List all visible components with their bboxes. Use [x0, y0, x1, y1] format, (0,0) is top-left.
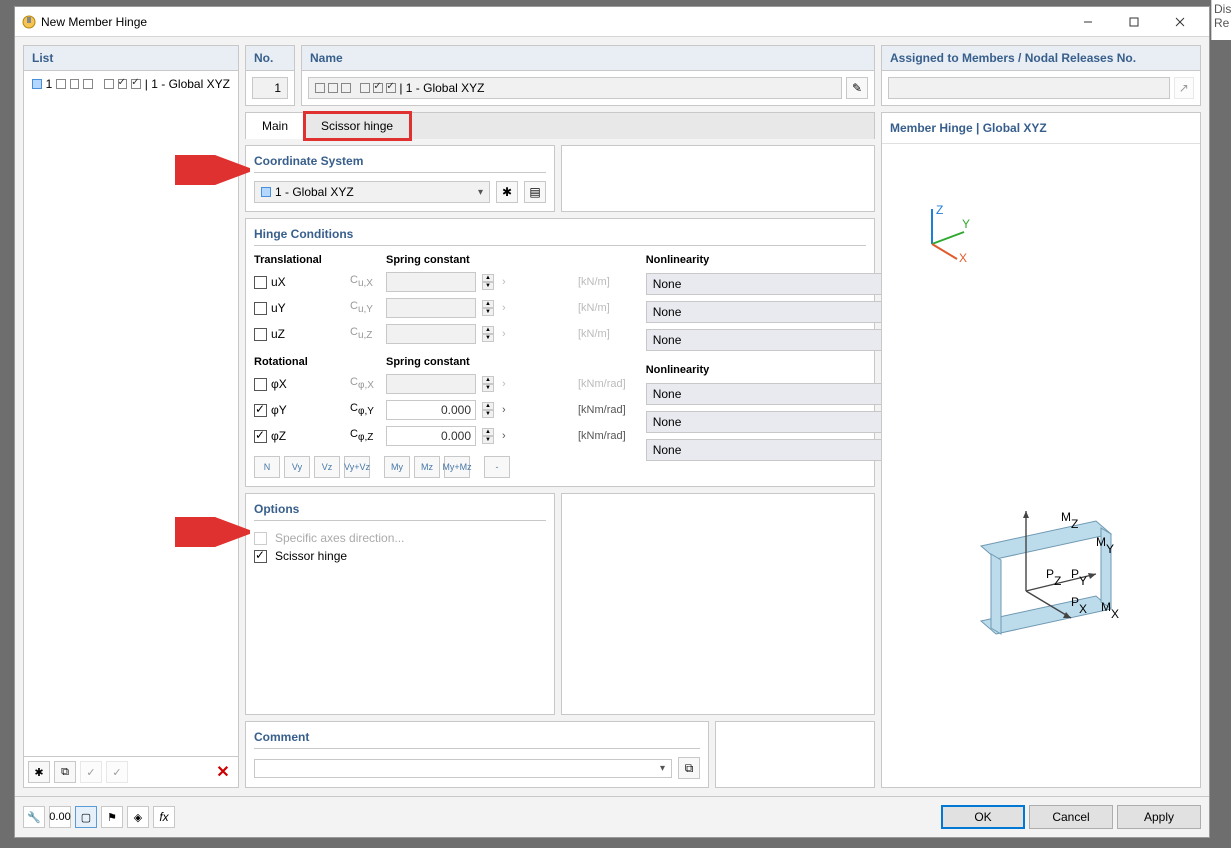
no-input[interactable] — [252, 77, 288, 99]
uy-value — [386, 298, 476, 318]
preset-my[interactable]: My — [384, 456, 410, 478]
cb-icon — [118, 79, 128, 89]
cb-icon — [131, 79, 141, 89]
tab-main[interactable]: Main — [246, 113, 305, 139]
preview-title: Member Hinge | Global XYZ — [882, 113, 1200, 144]
uz-row[interactable]: uZ — [254, 327, 344, 341]
list-panel: List 1 | 1 - Global XYZ ✱ ⧉ ✓ ✓ ✕ — [23, 45, 239, 788]
preview-canvas[interactable]: Z Y X — [882, 144, 1200, 787]
comment-side-panel — [715, 721, 875, 788]
tab-scissor-hinge[interactable]: Scissor hinge — [305, 113, 410, 139]
comment-title: Comment — [254, 730, 700, 749]
coord-title: Coordinate System — [254, 154, 546, 173]
phiz-value[interactable] — [386, 426, 476, 446]
footer-tool-4[interactable]: ⚑ — [101, 806, 123, 828]
list-item-color — [32, 79, 42, 89]
svg-text:PZ: PZ — [1046, 567, 1061, 588]
dialog-window: New Member Hinge List 1 | 1 - Global XYZ… — [14, 6, 1210, 838]
phiz-row[interactable]: φZ — [254, 429, 344, 443]
phix-value — [386, 374, 476, 394]
list-header: List — [24, 46, 238, 71]
app-icon — [21, 14, 37, 30]
assigned-input[interactable] — [888, 77, 1170, 99]
no-header: No. — [246, 46, 294, 71]
coord-side-panel — [561, 145, 875, 212]
footer-tool-1[interactable]: 🔧 — [23, 806, 45, 828]
uz-value — [386, 324, 476, 344]
preset-vz[interactable]: Vz — [314, 456, 340, 478]
window-title: New Member Hinge — [37, 15, 1065, 29]
ux-row[interactable]: uX — [254, 275, 344, 289]
main-area: No. Name | 1 - Global XYZ ✎ — [245, 45, 1201, 788]
close-button[interactable] — [1157, 7, 1203, 37]
comment-panel: Comment ▾ ⧉ — [245, 721, 709, 788]
preset-n[interactable]: N — [254, 456, 280, 478]
ux-spin: ▲▼ — [482, 274, 494, 290]
pick-members-button[interactable]: ↗ — [1174, 77, 1194, 99]
ok-button[interactable]: OK — [941, 805, 1025, 829]
apply-button[interactable]: Apply — [1117, 805, 1201, 829]
options-title: Options — [254, 502, 546, 521]
list-item-1[interactable]: 1 | 1 - Global XYZ — [30, 75, 232, 93]
cancel-button[interactable]: Cancel — [1029, 805, 1113, 829]
phiy-value[interactable] — [386, 400, 476, 420]
hinge-title: Hinge Conditions — [254, 227, 866, 246]
list-item-suffix: | 1 - Global XYZ — [145, 77, 230, 91]
comment-lib-button[interactable]: ⧉ — [678, 757, 700, 779]
edit-name-button[interactable]: ✎ — [846, 77, 868, 99]
svg-text:PY: PY — [1071, 567, 1087, 588]
axes-icon: Z Y X — [912, 204, 972, 264]
background-app-panel: DisRe — [1211, 0, 1231, 40]
minimize-button[interactable] — [1065, 7, 1111, 37]
preview-panel: Member Hinge | Global XYZ Z Y X — [881, 112, 1201, 788]
preset-vy[interactable]: Vy — [284, 456, 310, 478]
titlebar: New Member Hinge — [15, 7, 1209, 37]
preset-clear[interactable]: - — [484, 456, 510, 478]
phiz-spin[interactable]: ▲▼ — [482, 428, 494, 444]
svg-text:Z: Z — [936, 204, 943, 217]
phiy-spin[interactable]: ▲▼ — [482, 402, 494, 418]
cb-icon — [70, 79, 80, 89]
toolbar-btn-4[interactable]: ✓ — [106, 761, 128, 783]
footer-tool-3[interactable]: ▢ — [75, 806, 97, 828]
uy-row[interactable]: uY — [254, 301, 344, 315]
ux-value — [386, 272, 476, 292]
svg-text:X: X — [959, 251, 967, 264]
phix-row[interactable]: φX — [254, 377, 344, 391]
coord-select[interactable]: 1 - Global XYZ ▾ — [254, 181, 490, 203]
preset-vyvz[interactable]: Vy+Vz — [344, 456, 370, 478]
options-side-panel — [561, 493, 875, 715]
svg-text:Y: Y — [962, 217, 970, 231]
hinge-panel: Hinge Conditions Translational Spring co… — [245, 218, 875, 487]
name-header: Name — [302, 46, 874, 71]
comment-input[interactable]: ▾ — [254, 759, 672, 778]
options-panel: Options Specific axes direction... Sciss… — [245, 493, 555, 715]
delete-item-button[interactable]: ✕ — [212, 761, 234, 783]
assigned-header: Assigned to Members / Nodal Releases No. — [882, 46, 1200, 71]
coord-lib-button[interactable]: ▤ — [524, 181, 546, 203]
preset-mz[interactable]: Mz — [414, 456, 440, 478]
coord-new-button[interactable]: ✱ — [496, 181, 518, 203]
member-hinge-diagram: MZ MY PZ PY PX MX — [956, 486, 1126, 666]
cb-icon — [56, 79, 66, 89]
cb-icon — [83, 79, 93, 89]
footer-tool-6[interactable]: fx — [153, 806, 175, 828]
copy-item-button[interactable]: ⧉ — [54, 761, 76, 783]
phiy-row[interactable]: φY — [254, 403, 344, 417]
maximize-button[interactable] — [1111, 7, 1157, 37]
footer-tool-5[interactable]: ◈ — [127, 806, 149, 828]
tab-bar: Main Scissor hinge — [245, 112, 875, 139]
name-display: | 1 - Global XYZ — [308, 77, 842, 99]
toolbar-btn-3[interactable]: ✓ — [80, 761, 102, 783]
option-scissor-hinge[interactable]: Scissor hinge — [254, 547, 546, 565]
preset-mymz[interactable]: My+Mz — [444, 456, 470, 478]
list-item-no: 1 — [46, 77, 53, 91]
footer-tool-2[interactable]: 0.00 — [49, 806, 71, 828]
dialog-footer: 🔧 0.00 ▢ ⚑ ◈ fx OK Cancel Apply — [15, 796, 1209, 837]
svg-text:MX: MX — [1101, 600, 1119, 621]
new-item-button[interactable]: ✱ — [28, 761, 50, 783]
coord-panel: Coordinate System 1 - Global XYZ ▾ ✱ ▤ — [245, 145, 555, 212]
option-specific-axes: Specific axes direction... — [254, 529, 546, 547]
cb-icon — [104, 79, 114, 89]
